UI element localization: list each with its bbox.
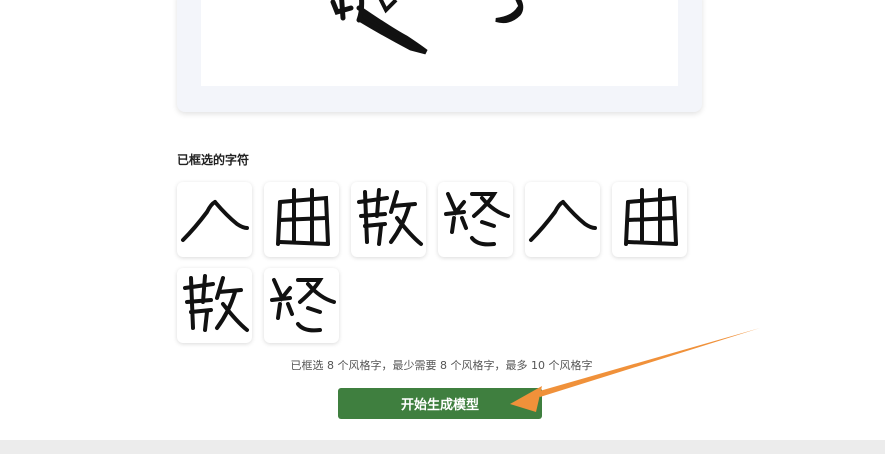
glyph-image	[181, 200, 249, 242]
character-tile[interactable]	[177, 182, 252, 257]
page-footer-divider	[0, 440, 885, 454]
source-image-canvas[interactable]	[201, 0, 678, 86]
character-tile[interactable]	[264, 268, 339, 343]
character-tile[interactable]	[438, 182, 513, 257]
character-tile[interactable]	[177, 268, 252, 343]
glyph-image	[529, 200, 597, 242]
character-tile[interactable]	[525, 182, 600, 257]
glyph-image	[624, 188, 678, 246]
glyph-image	[270, 278, 336, 333]
glyph-image	[183, 274, 249, 332]
glyph-image	[444, 192, 510, 247]
character-tile[interactable]	[351, 182, 426, 257]
source-image-card	[177, 0, 702, 112]
selection-status-text: 已框选 8 个风格字，最少需要 8 个风格字，最多 10 个风格字	[0, 357, 885, 373]
glyph-image	[357, 188, 423, 246]
selection-status-message: 已框选 8 个风格字，最少需要 8 个风格字，最多 10 个风格字	[290, 359, 593, 372]
glyph-image	[276, 188, 330, 246]
start-generate-model-button[interactable]: 开始生成模型	[338, 388, 542, 419]
character-tile[interactable]	[612, 182, 687, 257]
character-tile[interactable]	[264, 182, 339, 257]
selected-characters-title: 已框选的字符	[177, 153, 250, 167]
source-calligraphy-image	[330, 0, 524, 55]
